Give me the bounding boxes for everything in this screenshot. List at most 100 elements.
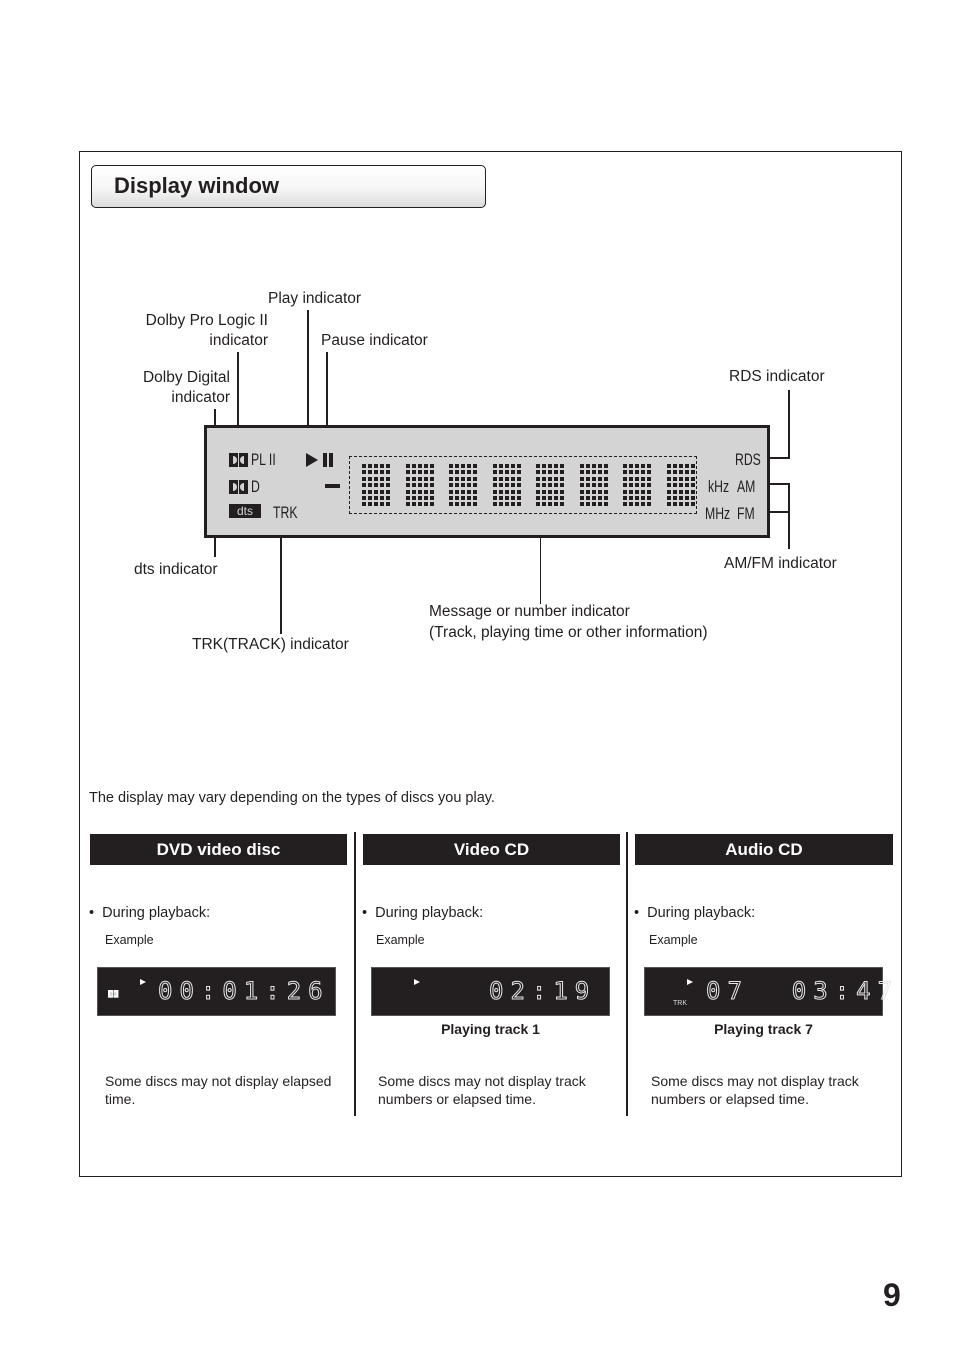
matrix-dot <box>635 470 639 475</box>
matrix-dot <box>585 476 590 481</box>
matrix-dot <box>455 470 459 475</box>
matrix-dot <box>429 464 434 468</box>
matrix-dot <box>510 483 515 488</box>
matrix-dot <box>635 483 639 488</box>
vcd-caption: Playing track 1 <box>441 1021 540 1037</box>
matrix-dot <box>461 476 465 481</box>
matrix-dot <box>492 470 497 475</box>
matrix-dot <box>690 464 695 468</box>
matrix-dot <box>473 483 477 488</box>
matrix-dot <box>548 476 552 481</box>
message-indicator-label-line1: Message or number indicator <box>429 603 630 620</box>
matrix-dot <box>591 470 596 475</box>
matrix-dot <box>690 476 695 481</box>
matrix-dot <box>473 502 477 507</box>
matrix-dot <box>560 495 564 500</box>
play-icon <box>687 979 693 985</box>
matrix-dot <box>647 476 651 481</box>
matrix-dot <box>417 502 422 507</box>
matrix-dot <box>623 489 627 494</box>
matrix-dot <box>597 476 602 481</box>
matrix-dot <box>449 502 453 507</box>
matrix-dot <box>690 502 695 507</box>
matrix-dot <box>374 470 378 475</box>
matrix-dot <box>597 483 602 488</box>
matrix-dot <box>510 470 515 475</box>
matrix-dot <box>585 483 590 488</box>
matrix-dot <box>597 502 602 507</box>
fm-text: FM <box>737 504 755 523</box>
matrix-dot <box>641 470 645 475</box>
matrix-dot <box>455 495 459 500</box>
matrix-dot <box>467 495 471 500</box>
play-icon <box>140 979 146 985</box>
bullet-text: During playback: <box>375 905 484 921</box>
matrix-dot <box>678 483 683 488</box>
matrix-dot <box>678 464 683 468</box>
matrix-dot <box>635 476 639 481</box>
matrix-dot <box>591 464 596 468</box>
matrix-dot <box>405 464 410 468</box>
matrix-dot <box>554 483 558 488</box>
bullet-item: • During playback: <box>362 905 484 921</box>
matrix-dot <box>473 470 477 475</box>
matrix-dot <box>548 464 552 468</box>
dts-indicator-label: dts indicator <box>134 561 218 578</box>
matrix-dot <box>690 470 695 475</box>
matrix-dot <box>423 495 428 500</box>
front-display-panel: PL II D dts TRK RDS kHz AM MHz FM <box>204 425 770 538</box>
matrix-dot <box>579 489 584 494</box>
matrix-dot <box>666 476 671 481</box>
matrix-dot <box>504 470 509 475</box>
matrix-dot <box>405 495 410 500</box>
matrix-dot <box>473 464 477 468</box>
matrix-dot <box>579 502 584 507</box>
matrix-dot <box>417 476 422 481</box>
matrix-dot <box>405 470 410 475</box>
matrix-dot <box>585 470 590 475</box>
matrix-dot <box>516 470 521 475</box>
matrix-dot <box>678 476 683 481</box>
matrix-dot <box>629 476 633 481</box>
matrix-dot <box>603 476 608 481</box>
matrix-dot <box>603 502 608 507</box>
matrix-dot <box>635 464 639 468</box>
matrix-dot <box>597 470 602 475</box>
matrix-dot <box>647 495 651 500</box>
matrix-dot <box>585 502 590 507</box>
matrix-dot <box>623 476 627 481</box>
matrix-dot <box>666 483 671 488</box>
matrix-dot <box>362 476 366 481</box>
track-time-display: 07 03:47 <box>705 977 900 1005</box>
matrix-dot <box>678 502 683 507</box>
matrix-dot <box>492 483 497 488</box>
matrix-dot <box>641 464 645 468</box>
play-icon <box>306 453 318 467</box>
matrix-dot <box>554 476 558 481</box>
matrix-dot <box>516 495 521 500</box>
matrix-dot <box>455 502 459 507</box>
matrix-dot <box>591 489 596 494</box>
matrix-dot <box>386 470 390 475</box>
matrix-dot <box>579 464 584 468</box>
matrix-dot <box>423 470 428 475</box>
matrix-dot <box>417 470 422 475</box>
matrix-dot <box>641 502 645 507</box>
matrix-dot <box>380 483 384 488</box>
pause-indicator-label: Pause indicator <box>321 332 428 349</box>
matrix-dot <box>362 495 366 500</box>
matrix-dot <box>411 470 416 475</box>
matrix-dot <box>672 489 677 494</box>
matrix-dot <box>429 470 434 475</box>
matrix-dot <box>635 495 639 500</box>
matrix-dot <box>554 489 558 494</box>
matrix-dot <box>498 502 503 507</box>
matrix-dot <box>510 495 515 500</box>
matrix-dot <box>579 495 584 500</box>
matrix-dot <box>510 502 515 507</box>
matrix-dot <box>647 470 651 475</box>
matrix-dot <box>429 489 434 494</box>
matrix-dot <box>386 476 390 481</box>
matrix-dot <box>672 470 677 475</box>
matrix-dot <box>492 495 497 500</box>
